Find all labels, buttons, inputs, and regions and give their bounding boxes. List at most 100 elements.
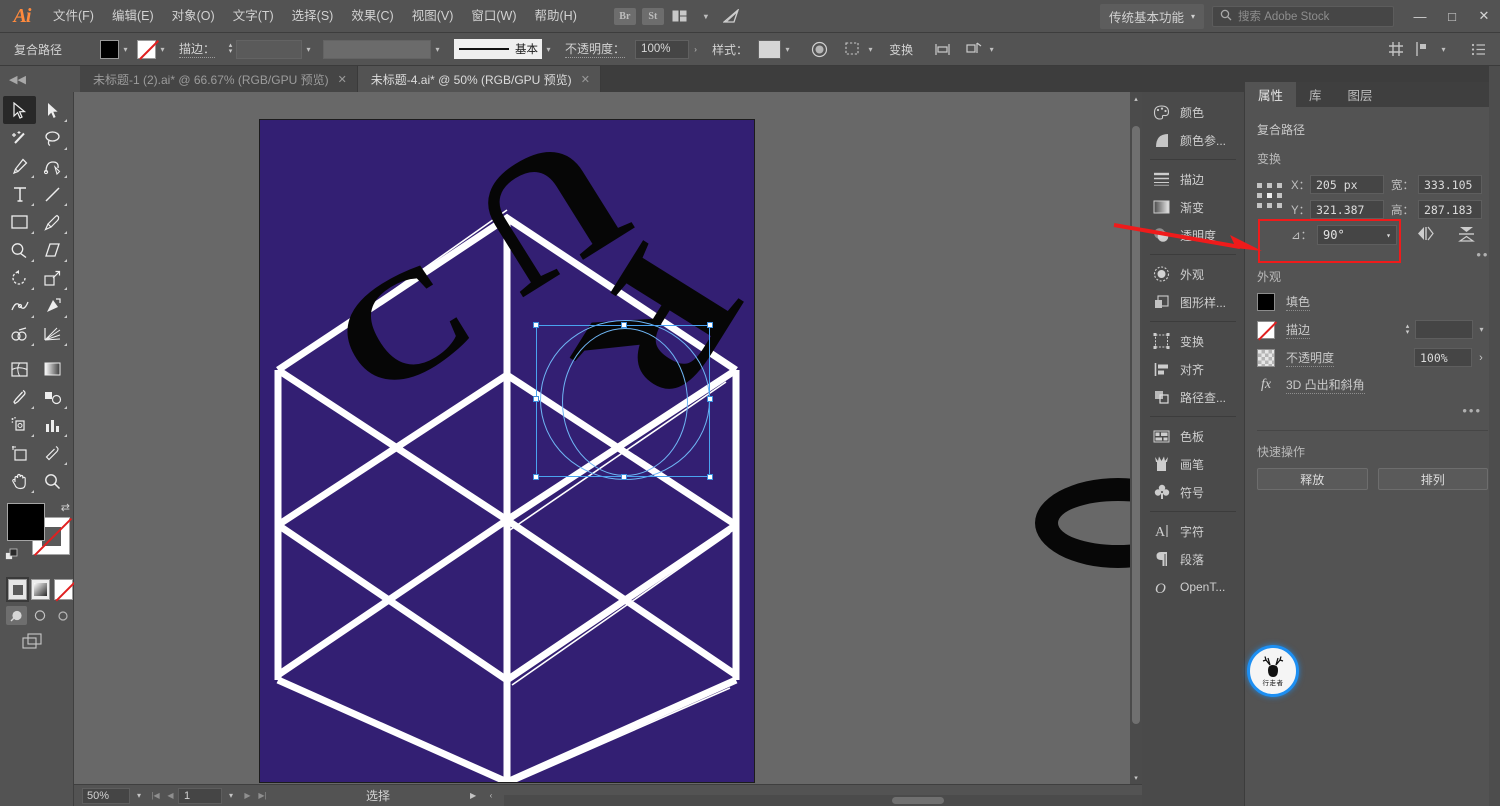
draw-behind-icon[interactable]: [29, 606, 50, 625]
tab-layers[interactable]: 图层: [1335, 82, 1386, 107]
paintbrush-tool[interactable]: [36, 208, 69, 236]
prev-artboard-icon[interactable]: ◀: [163, 791, 178, 800]
arrange-objects-icon[interactable]: [963, 38, 985, 60]
appearance-effect-label[interactable]: 3D 凸出和斜角: [1286, 376, 1365, 394]
stroke-weight-stepper[interactable]: ▴ ▾: [225, 42, 236, 55]
rotation-angle-input[interactable]: 90° ▾: [1317, 225, 1397, 245]
panel-graphic-styles[interactable]: 图形样...: [1142, 288, 1244, 316]
next-artboard-icon[interactable]: ▶: [240, 791, 255, 800]
panel-appearance[interactable]: 外观: [1142, 260, 1244, 288]
maximize-button[interactable]: □: [1436, 0, 1468, 33]
appearance-stroke-swatch[interactable]: [1257, 320, 1275, 339]
scroll-up-icon[interactable]: ▴: [1130, 92, 1142, 105]
lasso-tool[interactable]: [36, 124, 69, 152]
selection-tool[interactable]: [3, 96, 36, 124]
appearance-fill-swatch[interactable]: [1257, 293, 1275, 311]
appearance-opacity-label[interactable]: 不透明度: [1286, 349, 1335, 367]
change-screen-mode-icon[interactable]: [22, 633, 73, 653]
panel-stroke[interactable]: 描边: [1142, 165, 1244, 193]
appearance-opacity-swatch[interactable]: [1257, 348, 1275, 367]
graphic-style-swatch[interactable]: [758, 39, 782, 59]
appearance-stroke-chevron-icon[interactable]: ▾: [1475, 325, 1488, 334]
height-input[interactable]: 287.183: [1418, 200, 1482, 219]
menu-edit[interactable]: 编辑(E): [103, 0, 163, 33]
transform-more-options[interactable]: •••: [1291, 247, 1496, 262]
menu-help[interactable]: 帮助(H): [526, 0, 586, 33]
menu-object[interactable]: 对象(O): [163, 0, 224, 33]
toolbar-fill-swatch[interactable]: [7, 503, 45, 541]
draw-normal-icon[interactable]: [6, 606, 27, 625]
panel-pathfinder[interactable]: 路径查...: [1142, 383, 1244, 411]
column-graph-tool[interactable]: [36, 411, 69, 439]
scale-tool[interactable]: [36, 264, 69, 292]
first-artboard-icon[interactable]: |◀: [148, 791, 163, 800]
stroke-weight-label[interactable]: 描边：: [179, 40, 216, 58]
color-mode-flat[interactable]: [6, 577, 29, 602]
panel-paragraph[interactable]: 段落: [1142, 545, 1244, 573]
scroll-down-icon[interactable]: ▾: [1130, 771, 1142, 784]
fx-icon[interactable]: fx: [1257, 377, 1275, 393]
selection-bounding-box[interactable]: [533, 322, 713, 480]
document-tab-1[interactable]: 未标题-1 (2).ai* @ 66.67% (RGB/GPU 预览) ✕: [80, 66, 358, 92]
panel-opentype[interactable]: O OpenT...: [1142, 573, 1244, 601]
panel-color[interactable]: 颜色: [1142, 98, 1244, 126]
canvas-hscroll-thumb[interactable]: [892, 797, 944, 804]
menu-select[interactable]: 选择(S): [283, 0, 343, 33]
appearance-stroke-weight-input[interactable]: [1415, 320, 1473, 339]
status-indicator-text[interactable]: 选择: [366, 787, 390, 804]
stroke-profile-select[interactable]: [323, 39, 432, 59]
rotate-tool[interactable]: [3, 264, 36, 292]
canvas-area[interactable]: C U R ▴ ▾: [74, 92, 1142, 784]
select-similar-chevron-icon[interactable]: ▾: [864, 45, 877, 54]
panel-gradient[interactable]: 渐变: [1142, 193, 1244, 221]
width-input[interactable]: 333.105: [1418, 175, 1482, 194]
magic-wand-tool[interactable]: [3, 124, 36, 152]
eraser-tool[interactable]: [36, 236, 69, 264]
panel-align[interactable]: 对齐: [1142, 355, 1244, 383]
panel-transform[interactable]: 变换: [1142, 327, 1244, 355]
brush-chevron-icon[interactable]: ▾: [542, 45, 555, 54]
panel-swatches[interactable]: 色板: [1142, 422, 1244, 450]
zoom-tool[interactable]: [36, 467, 69, 495]
menu-window[interactable]: 窗口(W): [462, 0, 525, 33]
artboard-tool[interactable]: [3, 439, 36, 467]
rotation-chevron-icon[interactable]: ▾: [1386, 231, 1391, 240]
appearance-stroke-label[interactable]: 描边: [1286, 321, 1311, 339]
symbol-sprayer-tool[interactable]: [3, 411, 36, 439]
panel-menu-icon[interactable]: [1468, 38, 1490, 60]
appearance-opacity-input[interactable]: 100%: [1414, 348, 1472, 367]
color-mode-none[interactable]: [54, 579, 73, 600]
transform-button[interactable]: 变换: [889, 41, 913, 58]
perspective-grid-tool[interactable]: [36, 320, 69, 348]
line-segment-tool[interactable]: [36, 180, 69, 208]
arrange-chevron-icon[interactable]: ▾: [696, 8, 716, 25]
flip-horizontal-icon[interactable]: [1417, 226, 1434, 244]
snap-grid-icon[interactable]: [1385, 38, 1407, 60]
document-tab-1-close-icon[interactable]: ✕: [338, 73, 347, 86]
canvas-vertical-scrollbar[interactable]: ▴ ▾: [1130, 92, 1142, 784]
stock-search-input[interactable]: 搜索 Adobe Stock: [1212, 5, 1394, 27]
layout-chevron-icon[interactable]: ▾: [1437, 45, 1450, 54]
artboard[interactable]: C U R: [260, 94, 781, 782]
release-button[interactable]: 释放: [1257, 468, 1368, 490]
appearance-fill-label[interactable]: 填色: [1286, 293, 1311, 311]
menu-type[interactable]: 文字(T): [224, 0, 283, 33]
mesh-tool[interactable]: [3, 355, 36, 383]
curvature-tool[interactable]: [36, 152, 69, 180]
shaper-tool[interactable]: [3, 236, 36, 264]
artboard-chevron-icon[interactable]: ▾: [222, 791, 240, 800]
bridge-icon[interactable]: Br: [613, 7, 636, 25]
appearance-stroke-stepper[interactable]: ▴ ▾: [1402, 323, 1413, 336]
arrange-documents-icon[interactable]: [670, 8, 690, 25]
minimize-button[interactable]: —: [1404, 0, 1436, 33]
canvas-horizontal-scrollbar[interactable]: [504, 795, 1142, 806]
workspace-switcher[interactable]: 传统基本功能 ▾: [1099, 3, 1204, 29]
shape-builder-tool[interactable]: [3, 320, 36, 348]
eyedropper-tool[interactable]: [3, 383, 36, 411]
document-tab-2[interactable]: 未标题-4.ai* @ 50% (RGB/GPU 预览) ✕: [357, 66, 601, 92]
canvas-vscroll-thumb[interactable]: [1132, 126, 1140, 724]
document-tab-2-close-icon[interactable]: ✕: [581, 73, 590, 86]
zoom-level-input[interactable]: 50%: [82, 787, 130, 804]
status-resize-icon[interactable]: ‹: [482, 791, 500, 800]
artboard-number-input[interactable]: 1: [178, 787, 222, 804]
